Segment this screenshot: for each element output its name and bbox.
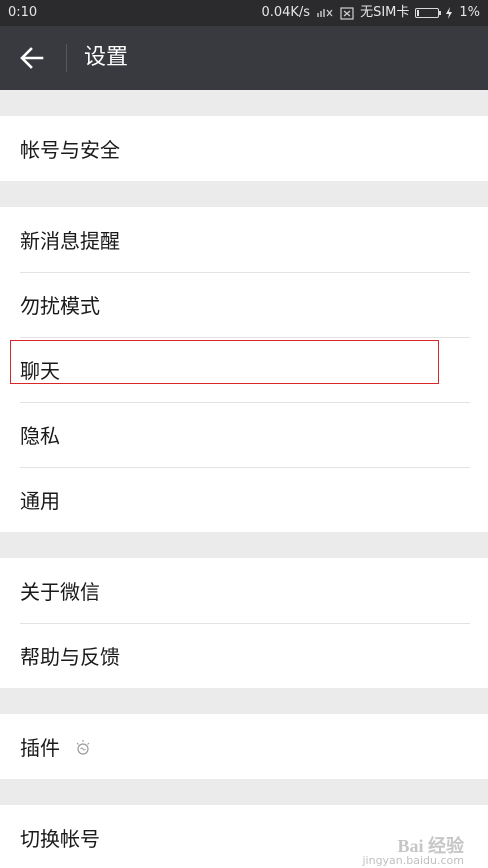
highlight-box bbox=[10, 340, 439, 384]
settings-screen: 0:10 0.04K/s 无SIM卡 1% 设置 帐号与安全 新消息提醒 勿扰模… bbox=[0, 0, 488, 868]
signal-icon bbox=[316, 0, 334, 26]
status-right: 0.04K/s 无SIM卡 1% bbox=[261, 0, 480, 26]
menu-item-label: 插件 bbox=[20, 735, 60, 760]
menu-item-label: 帮助与反馈 bbox=[20, 644, 120, 669]
app-bar: 设置 bbox=[0, 26, 488, 90]
settings-group-about: 关于微信 帮助与反馈 bbox=[0, 558, 488, 688]
battery-icon bbox=[415, 0, 442, 26]
settings-group-main: 新消息提醒 勿扰模式 聊天 隐私 通用 bbox=[0, 207, 488, 532]
menu-item-help-feedback[interactable]: 帮助与反馈 bbox=[0, 623, 488, 688]
charging-icon bbox=[445, 0, 453, 26]
back-button[interactable] bbox=[12, 38, 52, 78]
arrow-left-icon bbox=[20, 47, 44, 69]
no-sim-icon bbox=[340, 0, 354, 26]
battery-percent: 1% bbox=[459, 5, 480, 20]
menu-item-label: 勿扰模式 bbox=[20, 293, 100, 318]
menu-item-label: 聊天 bbox=[20, 358, 60, 383]
menu-item-plugins[interactable]: 插件 bbox=[0, 714, 488, 779]
network-speed: 0.04K/s bbox=[261, 5, 311, 20]
menu-item-label: 通用 bbox=[20, 488, 60, 513]
menu-item-account-security[interactable]: 帐号与安全 bbox=[0, 116, 488, 181]
settings-group-plugins: 插件 bbox=[0, 714, 488, 779]
status-time: 0:10 bbox=[8, 5, 38, 20]
group-gap bbox=[0, 779, 488, 805]
menu-item-label: 关于微信 bbox=[20, 579, 100, 604]
settings-group-switch: 切换帐号 bbox=[0, 805, 488, 868]
app-bar-divider bbox=[66, 44, 67, 72]
menu-item-privacy[interactable]: 隐私 bbox=[0, 402, 488, 467]
group-gap bbox=[0, 181, 488, 207]
sim-status: 无SIM卡 bbox=[360, 5, 410, 20]
lightbulb-icon bbox=[76, 739, 90, 755]
page-title: 设置 bbox=[84, 45, 129, 70]
group-gap bbox=[0, 688, 488, 714]
group-gap bbox=[0, 90, 488, 116]
menu-item-label: 隐私 bbox=[20, 423, 60, 448]
group-gap bbox=[0, 532, 488, 558]
settings-list: 帐号与安全 新消息提醒 勿扰模式 聊天 隐私 通用 关于微信 帮助与反馈 插件 … bbox=[0, 90, 488, 868]
menu-item-do-not-disturb[interactable]: 勿扰模式 bbox=[0, 272, 488, 337]
menu-item-about-wechat[interactable]: 关于微信 bbox=[0, 558, 488, 623]
menu-item-label: 新消息提醒 bbox=[20, 228, 120, 253]
menu-item-label: 帐号与安全 bbox=[20, 137, 120, 162]
menu-item-general[interactable]: 通用 bbox=[0, 467, 488, 532]
status-bar: 0:10 0.04K/s 无SIM卡 1% bbox=[0, 0, 488, 26]
settings-group-account: 帐号与安全 bbox=[0, 116, 488, 181]
menu-item-label: 切换帐号 bbox=[20, 826, 100, 851]
menu-item-chat[interactable]: 聊天 bbox=[0, 337, 488, 402]
menu-item-switch-account[interactable]: 切换帐号 bbox=[0, 805, 488, 868]
menu-item-new-message-alerts[interactable]: 新消息提醒 bbox=[0, 207, 488, 272]
